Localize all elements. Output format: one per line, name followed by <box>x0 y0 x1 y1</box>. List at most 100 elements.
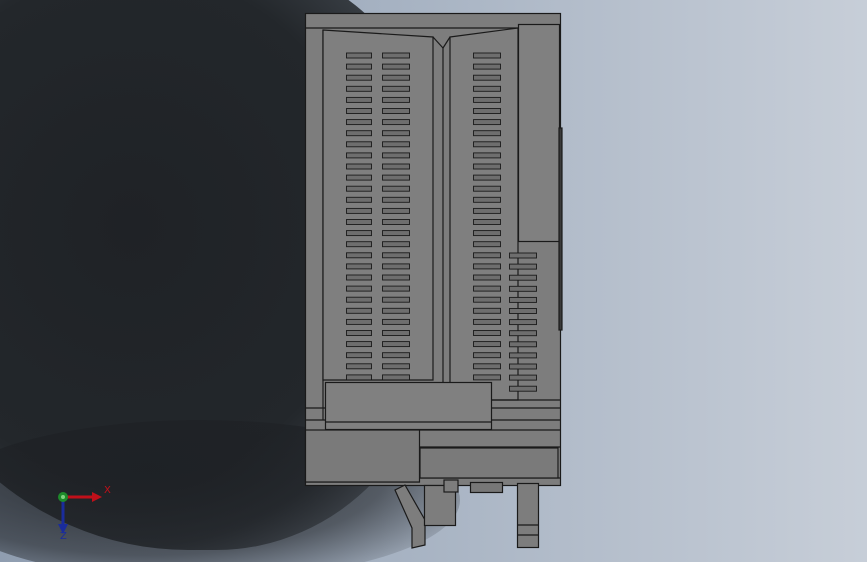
vent-slot <box>382 296 410 303</box>
vent-slot <box>473 330 501 336</box>
vent-slot <box>473 352 501 359</box>
vent-slot <box>346 274 372 281</box>
vent-slot <box>382 363 410 370</box>
vent-slot <box>346 252 372 259</box>
vent-slot <box>509 274 537 281</box>
vent-slot <box>382 74 410 81</box>
vent-slot <box>473 74 501 81</box>
vent-slot <box>473 241 501 248</box>
vent-slot <box>509 385 537 392</box>
vent-slot <box>382 130 410 137</box>
vent-slot <box>473 119 501 126</box>
vent-slot <box>346 52 372 59</box>
vent-slot <box>382 374 410 381</box>
vent-slot <box>473 163 501 170</box>
vent-slot <box>382 352 410 359</box>
vent-slot <box>346 330 372 336</box>
bottom-connector-latch[interactable] <box>394 484 426 549</box>
vent-slot <box>473 263 501 270</box>
vent-slot <box>346 108 372 114</box>
vent-slot <box>473 341 501 348</box>
vent-slot <box>346 352 372 359</box>
vent-slot <box>382 108 410 114</box>
vent-slot <box>346 96 372 103</box>
vent-slot <box>346 374 372 381</box>
vent-slot <box>382 230 410 237</box>
vent-slot <box>382 152 410 159</box>
vent-slot <box>382 163 410 170</box>
vent-slot <box>473 307 501 314</box>
side-label-panel <box>517 23 561 243</box>
vent-slot <box>346 363 372 370</box>
vent-slot <box>382 96 410 103</box>
vent-slot <box>382 241 410 248</box>
vent-slot <box>346 207 372 214</box>
vent-slot <box>382 185 410 192</box>
right-edge-strip <box>558 127 563 331</box>
vent-slot <box>346 307 372 314</box>
vent-slot <box>473 108 501 114</box>
vent-slot <box>346 318 372 325</box>
vent-slot <box>346 63 372 70</box>
vent-slot <box>346 263 372 270</box>
vent-slot <box>346 74 372 81</box>
vent-slot <box>346 130 372 137</box>
view-orientation-triad[interactable]: X Y Z <box>50 482 111 544</box>
vent-slot <box>382 252 410 259</box>
vent-slot <box>473 363 501 370</box>
vent-slot <box>346 85 372 92</box>
graphics-viewport[interactable]: X Y Z <box>0 0 867 562</box>
vent-slot <box>473 141 501 148</box>
vent-slot <box>473 196 501 203</box>
vent-slot <box>509 252 537 259</box>
vent-slot <box>509 285 537 292</box>
vent-slot <box>382 318 410 325</box>
vent-slot <box>509 341 537 348</box>
vent-slot <box>509 308 537 314</box>
bottom-section-right <box>419 447 559 479</box>
vent-slot <box>382 219 410 225</box>
vent-slot <box>382 207 410 214</box>
vent-slot <box>473 219 501 225</box>
vent-slot <box>473 152 501 159</box>
vent-slot <box>382 285 410 292</box>
vent-slot <box>346 196 372 203</box>
vent-slot <box>346 174 372 181</box>
vent-slot <box>509 330 537 337</box>
vent-slot <box>346 230 372 237</box>
vent-slot <box>382 85 410 92</box>
vent-slot <box>346 185 372 192</box>
x-axis-label: X <box>104 485 111 496</box>
vent-slot <box>473 374 501 381</box>
vent-slot <box>346 285 372 292</box>
vent-slot <box>473 63 501 70</box>
vent-slot <box>346 119 372 126</box>
cad-model[interactable] <box>0 0 867 562</box>
vent-slot <box>473 185 501 192</box>
vent-slot <box>346 163 372 170</box>
vent-slot <box>382 330 410 336</box>
vent-slot <box>509 296 537 303</box>
vent-slot <box>382 274 410 281</box>
vent-slot <box>509 363 537 370</box>
left-vent-panel <box>322 29 434 381</box>
bottom-port[interactable] <box>469 481 504 494</box>
vent-slot <box>382 196 410 203</box>
bottom-foot[interactable] <box>516 482 540 549</box>
device-housing[interactable] <box>304 12 563 549</box>
vent-slot <box>346 241 372 248</box>
vent-slot <box>346 141 372 148</box>
vent-slot <box>346 296 372 303</box>
vent-slot <box>382 341 410 348</box>
vent-slot <box>473 296 501 303</box>
vent-slot <box>473 85 501 92</box>
vent-slot <box>382 119 410 126</box>
vent-slot <box>346 341 372 348</box>
vent-slot <box>382 263 410 270</box>
vent-slot <box>509 263 537 270</box>
z-axis-label: Z <box>60 531 67 542</box>
vent-slot <box>473 274 501 281</box>
vent-slot <box>382 52 410 59</box>
bottom-section-left <box>304 429 421 483</box>
vent-slot <box>382 174 410 181</box>
